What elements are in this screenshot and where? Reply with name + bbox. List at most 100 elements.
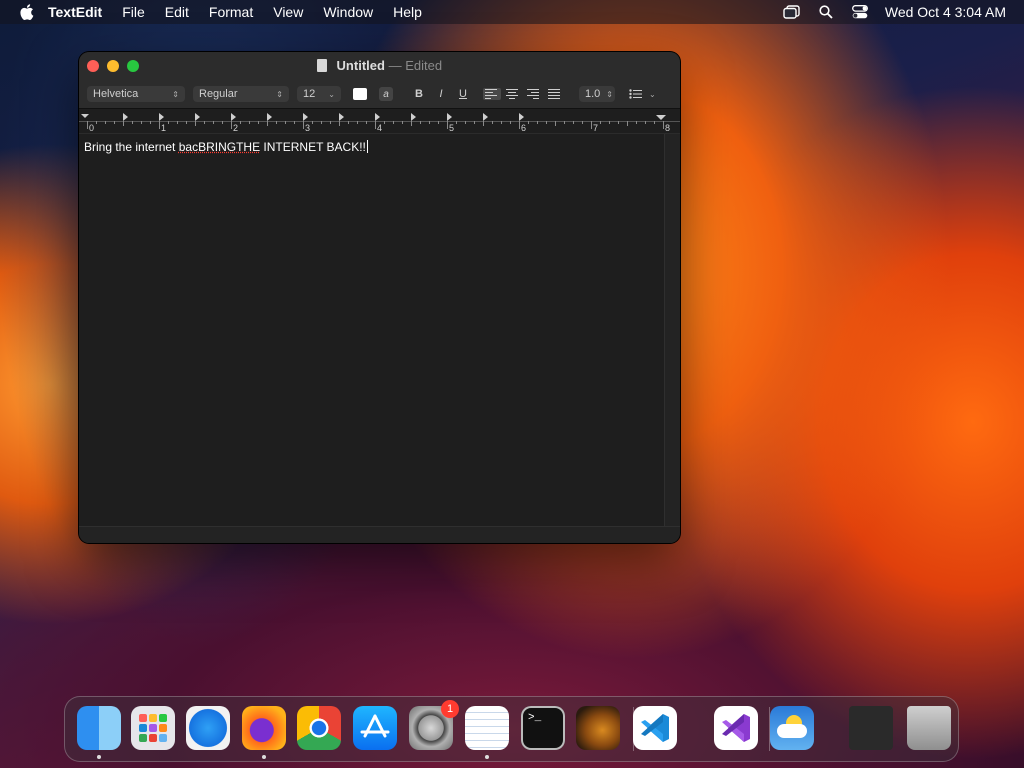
title-bar[interactable]: Untitled — Edited Helvetica ⇕ Regular ⇕ … — [79, 52, 680, 109]
stage-manager-icon[interactable] — [783, 4, 801, 20]
ruler-label: 1 — [161, 123, 166, 133]
format-toolbar: Helvetica ⇕ Regular ⇕ 12 ⌄ a B I U 1.0 ⇕… — [87, 85, 656, 103]
text-segment: Bring the internet — [84, 140, 179, 154]
launchpad-icon[interactable] — [131, 706, 175, 750]
edited-status: Edited — [405, 58, 443, 73]
align-center-button[interactable] — [504, 88, 522, 100]
ruler[interactable]: 0 1 2 3 4 5 6 7 8 — [79, 109, 680, 134]
line-spacing-popup[interactable]: 1.0 ⇕ — [579, 86, 615, 102]
tab-stop-marker[interactable] — [159, 113, 164, 121]
tab-stop-marker[interactable] — [483, 113, 488, 121]
vertical-scrollbar[interactable] — [664, 134, 680, 526]
trash-icon[interactable] — [907, 706, 951, 750]
list-bullets-icon — [629, 89, 642, 99]
right-margin-marker[interactable] — [656, 115, 666, 120]
align-justify-button[interactable] — [546, 88, 564, 100]
safari-icon[interactable] — [186, 706, 230, 750]
ruler-label: 7 — [593, 123, 598, 133]
dock-divider — [769, 707, 770, 751]
menu-view[interactable]: View — [273, 4, 303, 20]
window-title: Untitled — Edited — [79, 58, 680, 73]
alignment-group — [483, 88, 567, 100]
menu-help[interactable]: Help — [393, 4, 422, 20]
ruler-label: 3 — [305, 123, 310, 133]
document-icon[interactable] — [316, 59, 327, 72]
align-left-button[interactable] — [483, 88, 501, 100]
highlight-color-button[interactable]: a — [379, 87, 393, 101]
running-indicator — [485, 755, 489, 759]
tab-stop-marker[interactable] — [267, 113, 272, 121]
font-style-value: Regular — [199, 88, 238, 100]
app-store-icon[interactable] — [353, 706, 397, 750]
tab-stop-marker[interactable] — [123, 113, 128, 121]
weather-icon[interactable] — [770, 706, 814, 750]
chrome-icon[interactable] — [297, 706, 341, 750]
system-settings-icon[interactable]: 1 — [409, 700, 459, 750]
ruler-label: 4 — [377, 123, 382, 133]
ruler-label: 0 — [89, 123, 94, 133]
tab-stop-marker[interactable] — [519, 113, 524, 121]
tab-stop-marker[interactable] — [195, 113, 200, 121]
dock-divider — [633, 707, 634, 751]
menu-clock[interactable]: Wed Oct 4 3:04 AM — [885, 4, 1006, 20]
running-indicator — [262, 755, 266, 759]
tab-stop-marker[interactable] — [411, 113, 416, 121]
finder-icon[interactable] — [77, 706, 121, 750]
title-separator: — — [388, 58, 402, 73]
firefox-window-thumbnail[interactable] — [849, 706, 893, 750]
menu-app-name[interactable]: TextEdit — [48, 4, 102, 20]
first-line-indent-marker[interactable] — [81, 114, 89, 118]
textedit-icon[interactable] — [465, 706, 509, 750]
textedit-window: Untitled — Edited Helvetica ⇕ Regular ⇕ … — [79, 52, 680, 543]
tab-stop-marker[interactable] — [375, 113, 380, 121]
italic-button[interactable]: I — [433, 88, 449, 100]
text-caret — [366, 140, 368, 153]
document-text-area[interactable]: Bring the internet bacBRINGTHE INTERNET … — [79, 134, 665, 526]
font-style-popup[interactable]: Regular ⇕ — [193, 86, 289, 102]
menu-format[interactable]: Format — [209, 4, 253, 20]
dock: 1 >_ — [64, 696, 959, 762]
control-center-icon[interactable] — [851, 4, 869, 20]
chevron-down-icon: ⌄ — [328, 89, 335, 99]
updown-arrow-icon: ⇕ — [276, 89, 283, 99]
horizontal-scrollbar[interactable] — [79, 526, 680, 543]
vscode-icon[interactable] — [633, 706, 677, 750]
align-right-button[interactable] — [525, 88, 543, 100]
ruler-label: 6 — [521, 123, 526, 133]
line-spacing-value: 1.0 — [585, 88, 601, 100]
menu-edit[interactable]: Edit — [165, 4, 189, 20]
ruler-label: 5 — [449, 123, 454, 133]
updown-arrow-icon: ⇕ — [606, 89, 613, 99]
font-size-combo[interactable]: 12 ⌄ — [297, 86, 341, 102]
chevron-down-icon: ⌄ — [649, 89, 656, 99]
updown-arrow-icon: ⇕ — [172, 89, 179, 99]
tab-stop-marker[interactable] — [303, 113, 308, 121]
visual-studio-icon[interactable] — [714, 706, 758, 750]
notification-badge: 1 — [441, 700, 459, 718]
ruler-label: 8 — [665, 123, 670, 133]
tab-stop-marker[interactable] — [231, 113, 236, 121]
underline-button[interactable]: U — [455, 88, 471, 100]
bold-button[interactable]: B — [411, 88, 427, 100]
garageband-icon[interactable] — [576, 706, 620, 750]
menu-window[interactable]: Window — [323, 4, 373, 20]
terminal-icon[interactable]: >_ — [521, 706, 565, 750]
menu-bar: TextEdit File Edit Format View Window He… — [0, 0, 1024, 24]
search-icon[interactable] — [817, 4, 835, 20]
misspelled-word[interactable]: bacBRINGTHE — [179, 140, 260, 154]
font-family-popup[interactable]: Helvetica ⇕ — [87, 86, 185, 102]
running-indicator — [97, 755, 101, 759]
document-name[interactable]: Untitled — [337, 58, 385, 73]
document-text[interactable]: Bring the internet bacBRINGTHE INTERNET … — [84, 140, 368, 154]
tab-stop-marker[interactable] — [339, 113, 344, 121]
ruler-scale: 0 1 2 3 4 5 6 7 8 — [79, 113, 680, 133]
text-segment: INTERNET BACK!! — [260, 140, 366, 154]
list-popup[interactable]: ⌄ — [629, 89, 656, 99]
menu-file[interactable]: File — [122, 4, 145, 20]
text-color-well[interactable] — [353, 88, 367, 100]
tab-stop-marker[interactable] — [447, 113, 452, 121]
apple-icon[interactable] — [20, 4, 34, 20]
ruler-label: 2 — [233, 123, 238, 133]
highlight-label: a — [383, 88, 389, 100]
firefox-icon[interactable] — [242, 706, 286, 750]
